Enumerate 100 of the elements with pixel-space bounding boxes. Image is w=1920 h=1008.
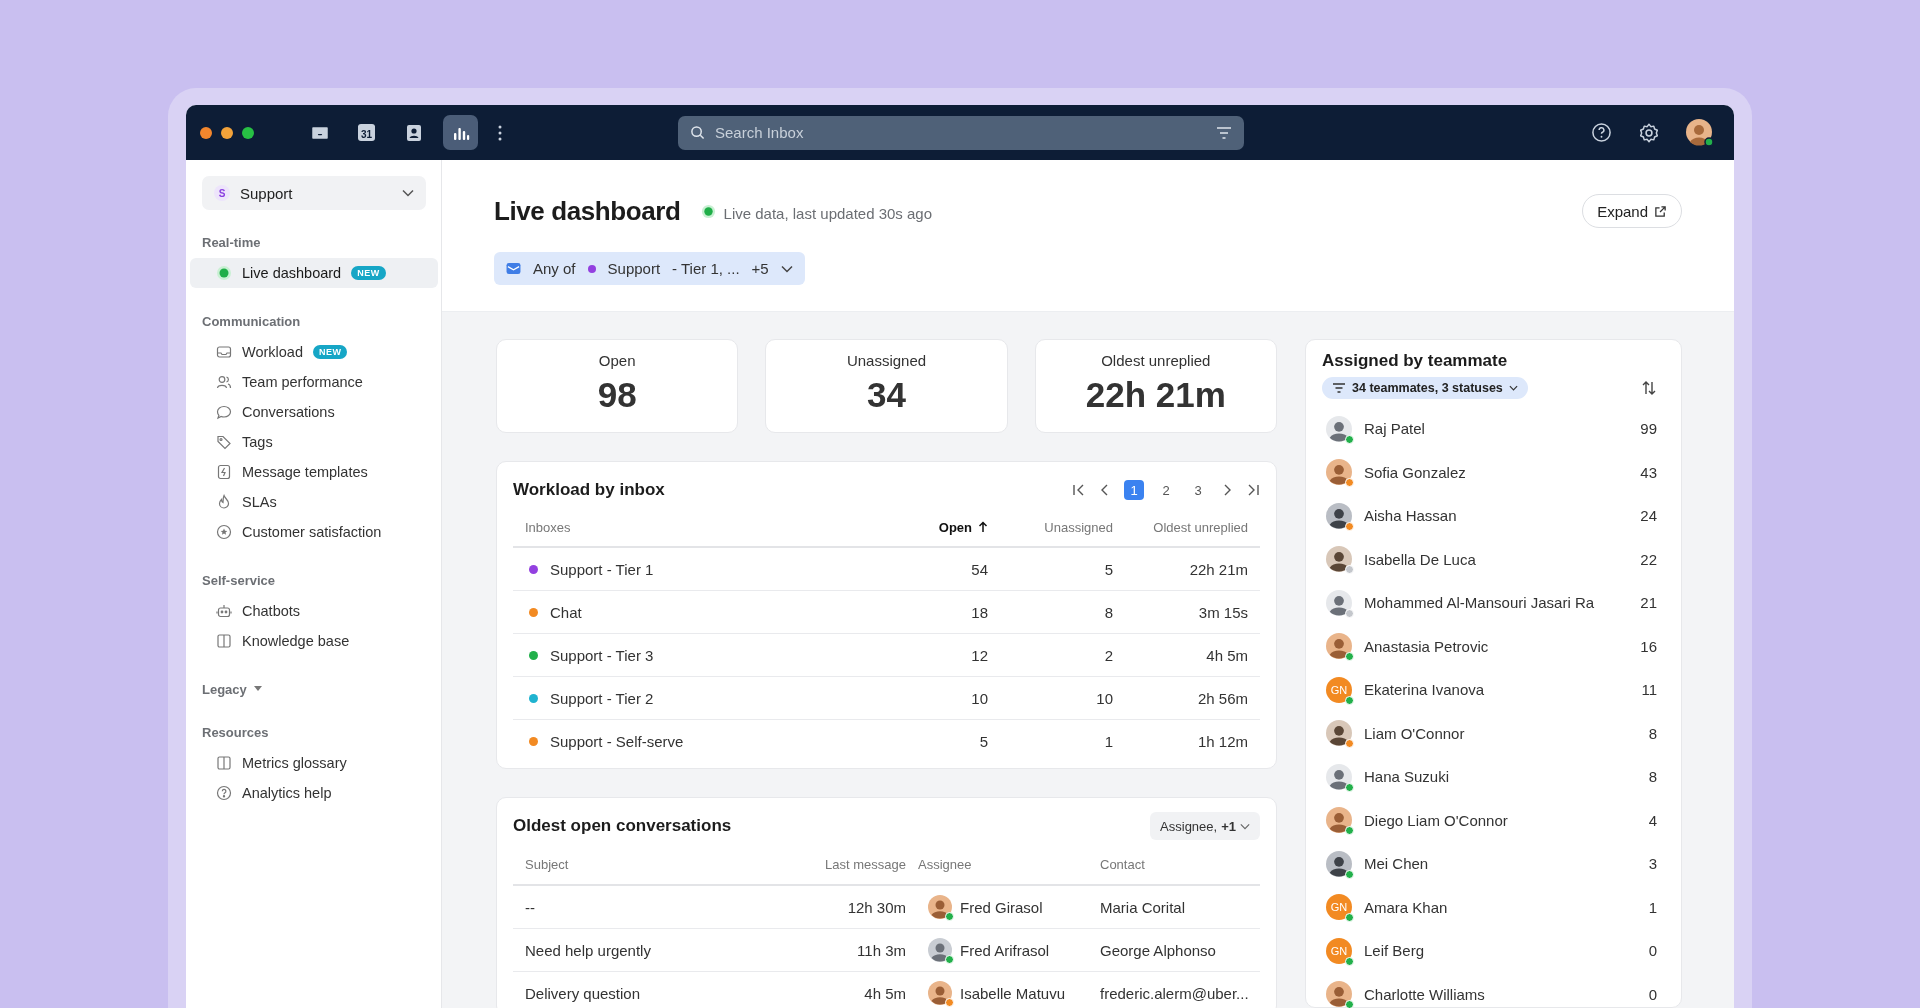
- sort-arrow-icon: [978, 521, 988, 533]
- teammate-count: 16: [1639, 637, 1658, 655]
- workspace-dropdown[interactable]: S Support: [202, 176, 426, 210]
- search-bar[interactable]: Search Inbox: [678, 115, 1244, 150]
- tag-icon: [216, 434, 232, 450]
- window-minimize-control[interactable]: [221, 126, 233, 139]
- chevron-down-icon: [1240, 822, 1250, 830]
- table-cell-text: Need help urgently: [525, 941, 652, 959]
- avatar: [1326, 546, 1352, 573]
- nav-item[interactable]: Chatbots: [190, 596, 438, 626]
- section-heading: Self-service: [201, 571, 276, 590]
- inbox-icon: [216, 344, 232, 360]
- avatar: [928, 981, 952, 1005]
- nav-item[interactable]: Message templates: [190, 457, 438, 487]
- avatar: [1326, 720, 1352, 747]
- section-heading[interactable]: Legacy: [190, 679, 437, 699]
- app-tab[interactable]: 31: [349, 115, 384, 150]
- last-page-icon[interactable]: [1246, 483, 1260, 497]
- settings-icon[interactable]: [1638, 121, 1660, 144]
- page-button[interactable]: 3: [1188, 480, 1208, 500]
- live-dot-icon: [216, 265, 232, 281]
- table-cell-text: 22h 21m: [1188, 560, 1248, 578]
- table-cell: Fred Arifrasol: [960, 941, 1050, 959]
- filter-icon: [1332, 383, 1346, 393]
- stat-label: Unassigned: [846, 352, 927, 369]
- nav-item[interactable]: Workload NEW: [190, 337, 438, 367]
- nav-item[interactable]: Knowledge base: [190, 626, 438, 656]
- stat-value: 34: [867, 375, 906, 415]
- avatar: [1326, 459, 1352, 486]
- more-icon[interactable]: [498, 124, 502, 141]
- stat-label: Open: [598, 352, 636, 369]
- table-cell-text: Maria Corital: [1100, 898, 1187, 916]
- sort-icon[interactable]: [1641, 380, 1657, 396]
- table-cell-text: 12: [970, 646, 988, 664]
- column-header[interactable]: Inboxes: [525, 519, 888, 535]
- teammate-count: 0: [1647, 985, 1658, 1003]
- column-header[interactable]: Oldest unreplied: [1113, 519, 1248, 535]
- table-cell-text: George Alphonso: [1100, 941, 1217, 959]
- assignee-filter[interactable]: Assignee, +1: [1150, 812, 1260, 840]
- user-avatar[interactable]: [1686, 118, 1714, 147]
- table-cell-text: 5: [1103, 560, 1113, 578]
- nav-item[interactable]: Live dashboard NEW: [190, 258, 438, 288]
- app-tab[interactable]: [443, 115, 478, 150]
- nav-item[interactable]: Team performance: [190, 367, 438, 397]
- column-header: Subject: [525, 856, 570, 872]
- new-badge: NEW: [351, 266, 386, 280]
- teammate-name: Aisha Hassan: [1364, 507, 1458, 525]
- search-input[interactable]: Search Inbox: [713, 123, 1208, 142]
- table-cell-text: 11h 3m: [856, 941, 906, 959]
- table-cell-text: 3m 15s: [1197, 603, 1248, 621]
- avatar: [1326, 850, 1352, 877]
- teammate-name: Mei Chen: [1364, 855, 1430, 873]
- avatar: [1326, 763, 1352, 790]
- filter-icon[interactable]: [1216, 126, 1232, 139]
- table-cell-text: 4h 5m: [863, 984, 906, 1002]
- avatar: [928, 938, 952, 962]
- inbox-icon: [506, 262, 521, 275]
- table-cell-text: 1h 12m: [1196, 732, 1248, 750]
- calendar-icon: 31: [358, 124, 375, 141]
- table-cell-text: 18: [970, 603, 988, 621]
- avatar: [928, 895, 952, 919]
- update-status: Live data, last updated 30s ago: [723, 204, 933, 222]
- card-title: Workload by inbox: [513, 480, 665, 500]
- column-header[interactable]: Open: [888, 519, 988, 535]
- teammate-name: Liam O'Connor: [1364, 724, 1466, 742]
- avatar: [1326, 415, 1352, 442]
- nav-item[interactable]: SLAs: [190, 487, 438, 517]
- teammate-name: Anastasia Petrovic: [1364, 637, 1490, 655]
- column-header[interactable]: Unassigned: [988, 519, 1113, 535]
- section-heading: Communication: [201, 312, 302, 331]
- teammate-name: Mohammed Al-Mansouri Jasari Ra: [1364, 594, 1596, 612]
- column-header: Contact: [1100, 856, 1146, 872]
- nav-item[interactable]: Metrics glossary: [190, 748, 438, 778]
- window-close-control[interactable]: [200, 126, 212, 139]
- table-cell-text: 10: [1095, 689, 1113, 707]
- star-badge-icon: [216, 524, 232, 540]
- expand-button[interactable]: Expand: [1582, 194, 1682, 228]
- table-cell: Isabelle Matuvu: [960, 984, 1066, 1002]
- table-cell: Support - Self-serve: [550, 732, 684, 750]
- nav-item[interactable]: Conversations: [190, 397, 438, 427]
- table-cell-text: 2: [1103, 646, 1113, 664]
- nav-item[interactable]: Analytics help: [190, 778, 438, 808]
- teammate-name: Diego Liam O'Connor: [1364, 811, 1509, 829]
- teammate-filter[interactable]: 34 teammates, 3 statuses: [1322, 377, 1528, 399]
- page-button[interactable]: 2: [1156, 480, 1176, 500]
- table-cell: Support - Tier 2: [550, 689, 654, 707]
- first-page-icon[interactable]: [1072, 483, 1086, 497]
- flame-icon: [216, 494, 232, 510]
- inbox-filter[interactable]: Any of Support - Tier 1, ... +5: [494, 252, 805, 285]
- column-header: Assignee: [918, 856, 973, 872]
- help-icon: [216, 785, 232, 801]
- page-button[interactable]: 1: [1124, 480, 1144, 500]
- teammate-count: 21: [1639, 594, 1658, 612]
- initials-avatar: GN: [1326, 894, 1352, 921]
- window-zoom-control[interactable]: [242, 126, 254, 139]
- teammate-count: 1: [1647, 898, 1658, 916]
- nav-item[interactable]: Tags: [190, 427, 438, 457]
- help-icon[interactable]: [1591, 122, 1612, 143]
- nav-item[interactable]: Customer satisfaction: [190, 517, 438, 547]
- inbox-dot: [587, 264, 596, 273]
